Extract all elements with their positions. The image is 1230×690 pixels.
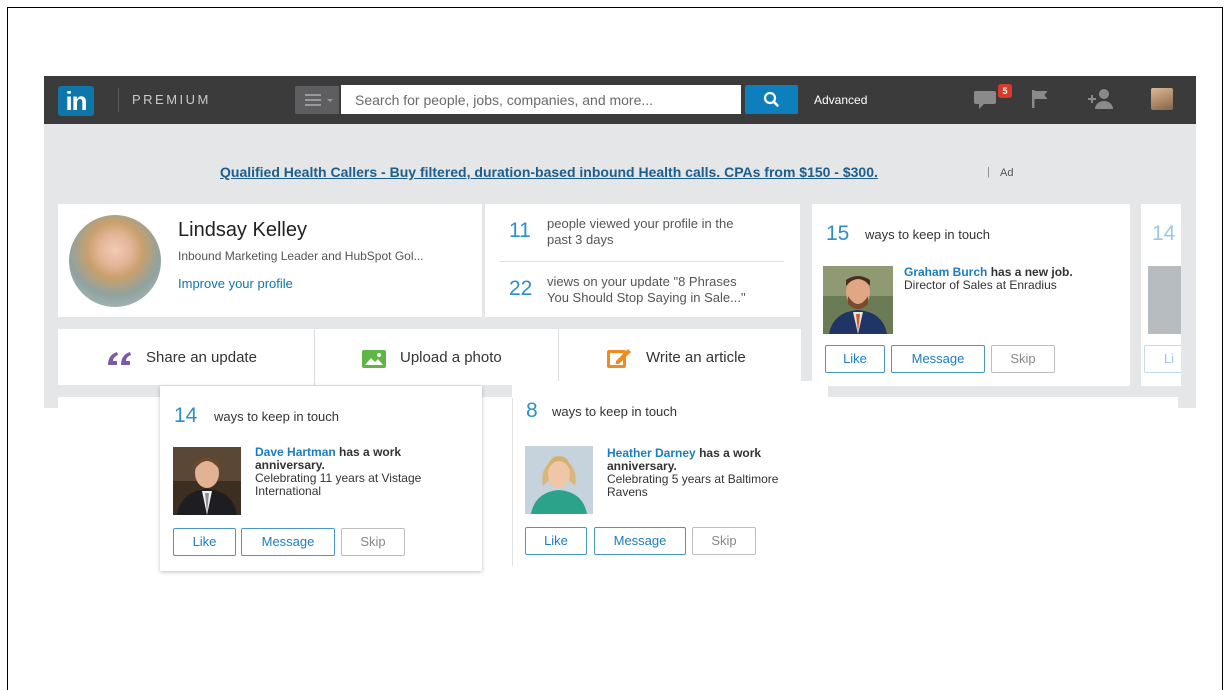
peek-photo[interactable] xyxy=(1148,266,1181,334)
messages-icon[interactable] xyxy=(974,87,1000,116)
message-button[interactable]: Message xyxy=(594,527,686,555)
search-button[interactable] xyxy=(745,85,798,114)
ad-separator: | xyxy=(987,166,990,178)
profile-avatar[interactable] xyxy=(69,215,161,307)
graham-burch-detail: Director of Sales at Enradius xyxy=(904,278,1057,292)
dave-hartman-event-line1: has a work xyxy=(339,445,402,459)
keep-in-touch-peek-card: 14 Li xyxy=(1141,204,1181,386)
stats-card: 11 people viewed your profile in the pas… xyxy=(485,204,800,317)
dave-hartman-name[interactable]: Dave Hartman xyxy=(255,445,336,459)
premium-label[interactable]: PREMIUM xyxy=(132,92,211,107)
peek-like-button[interactable]: Li xyxy=(1144,345,1181,373)
message-button[interactable]: Message xyxy=(241,528,335,556)
skip-button[interactable]: Skip xyxy=(991,345,1055,373)
share-actions-bar: Share an update Upload a photo Write an … xyxy=(58,329,801,385)
popup-left-title: ways to keep in touch xyxy=(214,409,340,424)
search-input[interactable] xyxy=(341,85,741,114)
write-article-button[interactable]: Write an article xyxy=(559,329,801,385)
flag-icon[interactable] xyxy=(1029,87,1051,116)
profile-card: Lindsay Kelley Inbound Marketing Leader … xyxy=(58,204,482,317)
like-button[interactable]: Like xyxy=(525,527,587,555)
search-category-menu-button[interactable] xyxy=(295,86,339,114)
message-button[interactable]: Message xyxy=(891,345,985,373)
search-icon xyxy=(763,91,779,107)
quote-icon xyxy=(108,352,131,365)
heather-darney-event-line1: has a work xyxy=(699,446,762,460)
graham-burch-update: Graham Burch has a new job. Director of … xyxy=(904,266,1124,292)
upload-photo-label: Upload a photo xyxy=(400,349,502,366)
keep-in-touch-title: ways to keep in touch xyxy=(865,227,991,242)
skip-button[interactable]: Skip xyxy=(341,528,405,556)
graham-burch-event: has a new job. xyxy=(990,265,1073,279)
keep-in-touch-popup-left: 14 ways to keep in touch Dave Hartman ha… xyxy=(160,386,482,571)
graham-burch-name[interactable]: Graham Burch xyxy=(904,265,987,279)
dave-hartman-event-line2: anniversary. xyxy=(255,458,325,472)
popup-right-border xyxy=(512,398,513,566)
advanced-search-link[interactable]: Advanced xyxy=(814,93,867,107)
write-article-label: Write an article xyxy=(646,349,746,366)
share-update-label: Share an update xyxy=(146,349,257,366)
update-views-text-line2: You Should Stop Saying in Sale..." xyxy=(547,290,746,305)
update-views-text-line1: views on your update "8 Phrases xyxy=(547,274,737,289)
profile-name[interactable]: Lindsay Kelley xyxy=(178,219,307,242)
graham-burch-photo[interactable] xyxy=(823,266,893,334)
messages-badge: 5 xyxy=(998,84,1012,98)
add-connection-icon[interactable] xyxy=(1087,87,1115,116)
photo-icon xyxy=(362,350,386,368)
popup-right-title: ways to keep in touch xyxy=(552,404,678,419)
like-button[interactable]: Like xyxy=(825,345,885,373)
keep-in-touch-card: 15 ways to keep in touch Graham Burch ha… xyxy=(812,204,1130,386)
logo-divider xyxy=(118,88,119,112)
profile-views-text-line2: past 3 days xyxy=(547,232,614,247)
popup-right-count: 8 xyxy=(526,399,538,422)
top-navigation-bar: in PREMIUM Advanced 5 xyxy=(44,76,1196,124)
share-update-button[interactable]: Share an update xyxy=(58,329,314,385)
pencil-icon xyxy=(607,349,631,368)
ad-link[interactable]: Qualified Health Callers - Buy filtered,… xyxy=(220,164,878,180)
heather-darney-update: Heather Darney has a work anniversary. C… xyxy=(607,447,822,499)
skip-button[interactable]: Skip xyxy=(692,527,756,555)
like-button[interactable]: Like xyxy=(173,528,236,556)
improve-profile-link[interactable]: Improve your profile xyxy=(178,276,293,291)
profile-views-text[interactable]: people viewed your profile in the past 3… xyxy=(547,216,733,248)
user-avatar[interactable] xyxy=(1151,88,1173,110)
upload-photo-button[interactable]: Upload a photo xyxy=(315,329,558,385)
keep-in-touch-count: 15 xyxy=(826,222,850,245)
profile-views-count[interactable]: 11 xyxy=(509,219,531,243)
heather-darney-photo[interactable] xyxy=(525,446,593,514)
profile-headline: Inbound Marketing Leader and HubSpot Gol… xyxy=(178,249,424,263)
profile-views-text-line1: people viewed your profile in the xyxy=(547,216,734,231)
dave-hartman-detail-line1: Celebrating 11 years at Vistage xyxy=(255,471,422,485)
dave-hartman-detail-line2: International xyxy=(255,484,322,498)
ad-label: Ad xyxy=(1000,167,1014,179)
heather-darney-detail-line2: Ravens xyxy=(607,485,648,499)
keep-in-touch-popup-right: 8 ways to keep in touch Heather Darney h… xyxy=(512,381,828,567)
dave-hartman-update: Dave Hartman has a work anniversary. Cel… xyxy=(255,446,475,498)
update-views-count[interactable]: 22 xyxy=(509,277,532,301)
popup-left-count: 14 xyxy=(174,404,198,427)
dave-hartman-photo[interactable] xyxy=(173,447,241,515)
stats-divider xyxy=(500,261,784,262)
peek-count: 14 xyxy=(1152,222,1176,245)
heather-darney-detail-line1: Celebrating 5 years at Baltimore xyxy=(607,472,779,486)
update-views-text[interactable]: views on your update "8 Phrases You Shou… xyxy=(547,274,746,306)
linkedin-logo[interactable]: in xyxy=(58,86,94,116)
heather-darney-name[interactable]: Heather Darney xyxy=(607,446,696,460)
heather-darney-event-line2: anniversary. xyxy=(607,459,677,473)
